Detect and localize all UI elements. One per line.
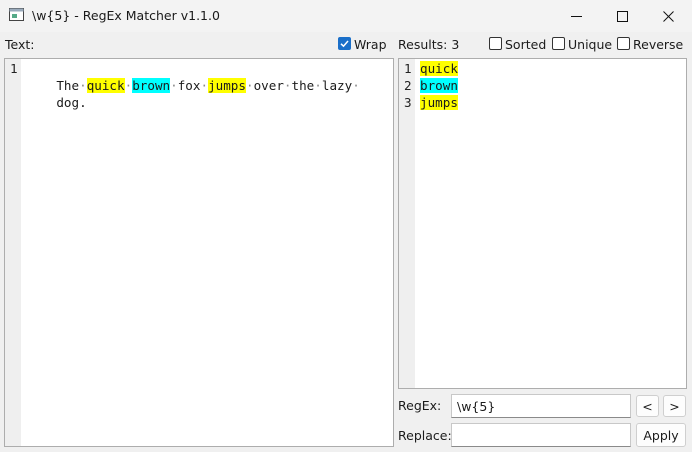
apply-button[interactable]: Apply — [636, 423, 686, 447]
text-editor[interactable]: 1 The·quick·brown·fox·jumps·over·the·laz… — [4, 58, 394, 447]
match-highlight: brown — [132, 78, 171, 93]
result-item: brown — [420, 77, 458, 94]
results-list[interactable]: 1 quick 2 brown 3 jumps — [398, 58, 687, 389]
text-label: Text: — [5, 37, 35, 52]
close-button[interactable] — [645, 0, 691, 32]
match-highlight: quick — [86, 78, 125, 93]
result-line-number: 3 — [404, 95, 412, 110]
result-text: brown — [420, 78, 458, 93]
sorted-label[interactable]: Sorted — [505, 37, 546, 52]
text-word: over — [253, 78, 284, 93]
app-icon — [9, 8, 24, 21]
result-text: quick — [420, 61, 458, 76]
checkmark-icon — [340, 40, 349, 48]
result-line-number: 1 — [404, 61, 412, 76]
text-word: lazy — [321, 78, 353, 93]
regex-input-value: \w{5} — [457, 399, 496, 414]
result-item: jumps — [420, 94, 458, 111]
maximize-icon — [616, 10, 628, 22]
next-match-button[interactable]: > — [663, 395, 686, 417]
text-word: fox — [177, 78, 201, 93]
sorted-checkbox[interactable] — [489, 37, 502, 50]
wrap-label[interactable]: Wrap — [354, 37, 387, 52]
result-item: quick — [420, 60, 458, 77]
results-count-label: Results: 3 — [398, 37, 460, 52]
unique-label[interactable]: Unique — [568, 37, 612, 52]
regex-label: RegEx: — [398, 398, 442, 413]
minimize-button[interactable] — [553, 0, 599, 32]
unique-checkbox[interactable] — [552, 37, 565, 50]
wrap-checkbox[interactable] — [338, 37, 351, 50]
regex-input[interactable]: \w{5} — [451, 394, 631, 418]
text-line-1-wrapped: dog. — [26, 77, 87, 128]
maximize-button[interactable] — [599, 0, 645, 32]
window-title: \w{5} - RegEx Matcher v1.1.0 — [32, 8, 220, 23]
text-word: the — [291, 78, 315, 93]
reverse-checkbox[interactable] — [617, 37, 630, 50]
replace-input[interactable] — [451, 423, 631, 447]
result-text: jumps — [420, 95, 458, 110]
close-icon — [662, 10, 674, 22]
minimize-icon — [570, 15, 582, 17]
text-word: dog. — [56, 95, 87, 110]
replace-label: Replace: — [398, 428, 452, 443]
result-line-number: 2 — [404, 78, 412, 93]
reverse-label[interactable]: Reverse — [633, 37, 683, 52]
match-highlight: jumps — [208, 78, 246, 93]
line-number: 1 — [10, 61, 18, 76]
line-number-gutter — [5, 59, 21, 446]
previous-match-button[interactable]: < — [636, 395, 659, 417]
